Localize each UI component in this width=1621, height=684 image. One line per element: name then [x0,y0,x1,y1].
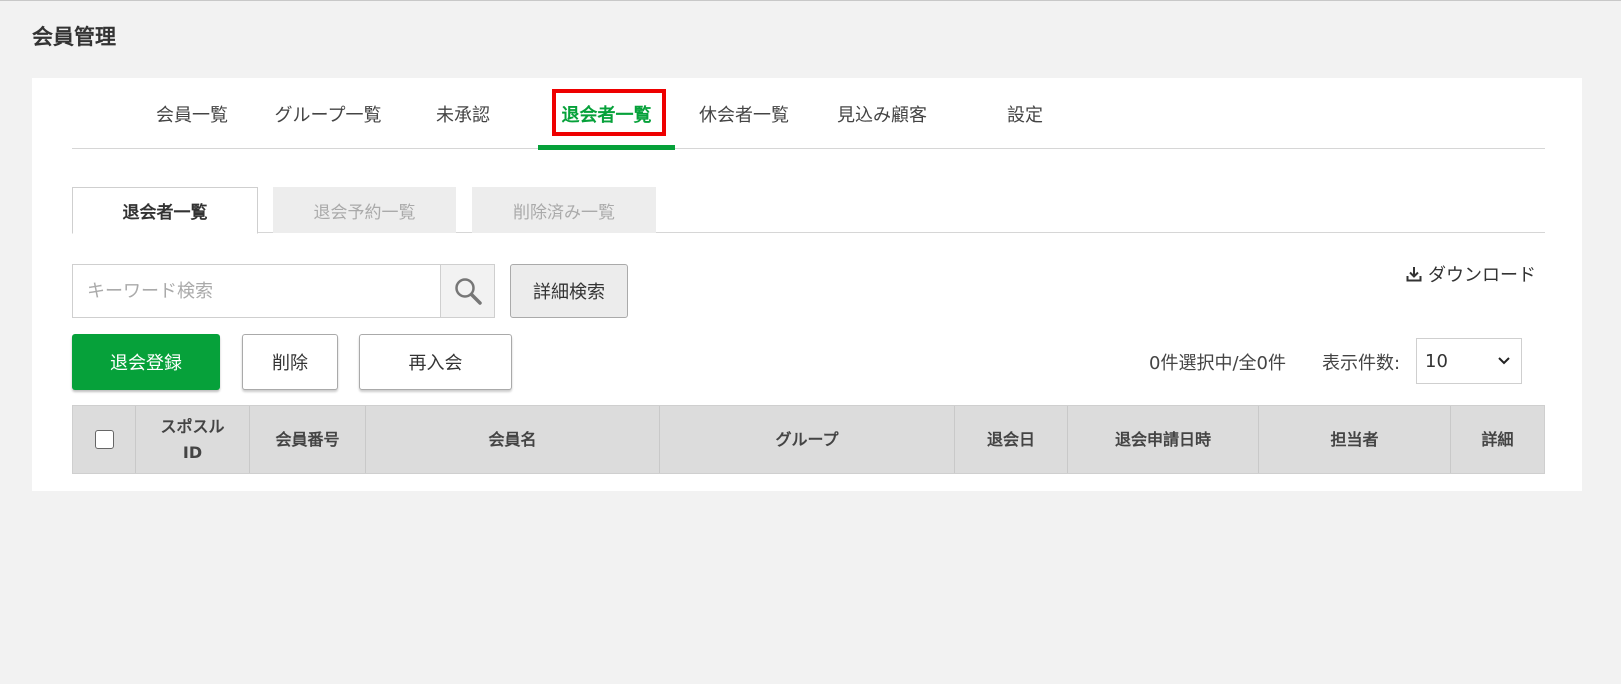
tab-unapproved[interactable]: 未承認 [433,78,493,149]
selection-count: 0件選択中/全0件 [1149,353,1286,374]
advanced-search-button[interactable]: 詳細検索 [510,264,628,318]
col-header-member-name[interactable]: 会員名 [366,406,660,473]
col-header-member-number[interactable]: 会員番号 [250,406,366,473]
tab-prospects[interactable]: 見込み顧客 [832,78,932,149]
download-icon [1406,267,1422,282]
select-all-checkbox[interactable] [94,430,114,449]
page-title: 会員管理 [32,25,116,49]
tab-members[interactable]: 会員一覧 [152,78,232,149]
register-withdrawal-button[interactable]: 退会登録 [72,334,220,390]
col-header-group[interactable]: グループ [660,406,955,473]
content-card: 会員一覧 グループ一覧 未承認 退会者一覧 休会者一覧 見込み顧客 設定 退会者… [32,78,1582,491]
search-icon [454,278,482,305]
search-box [72,264,495,318]
rejoin-button[interactable]: 再入会 [359,334,512,390]
col-header-withdrawal-date[interactable]: 退会日 [955,406,1068,473]
tab-withdrawn-members-label: 退会者一覧 [561,104,652,126]
search-button[interactable] [440,265,494,317]
page-size-label: 表示件数: [1322,353,1401,374]
tab-withdrawn-members[interactable]: 退会者一覧 [538,78,675,150]
sub-tab-bar: 退会者一覧 退会予約一覧 削除済み一覧 [72,187,1545,234]
tab-suspended-members[interactable]: 休会者一覧 [694,78,794,149]
search-input[interactable] [73,265,440,317]
download-link[interactable]: ダウンロード [1406,264,1536,286]
download-label: ダウンロード [1428,265,1536,286]
main-tab-bar: 会員一覧 グループ一覧 未承認 退会者一覧 休会者一覧 見込み顧客 設定 [72,78,1545,150]
table-header: スポスル ID 会員番号 会員名 グループ 退会日 退会申請日時 担当者 詳細 [72,405,1545,474]
col-header-details: 詳細 [1481,429,1514,449]
tab-groups[interactable]: グループ一覧 [268,78,388,149]
page-size-value: 10 [1425,350,1448,372]
subtab-deleted-list[interactable]: 削除済み一覧 [472,187,656,233]
col-header-withdrawal-request-datetime[interactable]: 退会申請日時 [1068,406,1259,473]
col-header-staff[interactable]: 担当者 [1259,406,1451,473]
subtab-withdrawn-list[interactable]: 退会者一覧 [72,187,258,234]
page: 会員管理 会員一覧 グループ一覧 未承認 退会者一覧 休会者一覧 見込み顧客 設… [0,0,1621,684]
chevron-down-icon [1498,357,1510,365]
delete-button[interactable]: 削除 [242,334,338,390]
page-size-select[interactable]: 10 [1416,338,1522,384]
col-header-sposuru-id[interactable]: スポスル ID [136,406,250,473]
select-all-cell [73,406,136,473]
tab-settings[interactable]: 設定 [1000,78,1050,149]
subtab-withdrawal-reservations[interactable]: 退会予約一覧 [273,187,456,233]
